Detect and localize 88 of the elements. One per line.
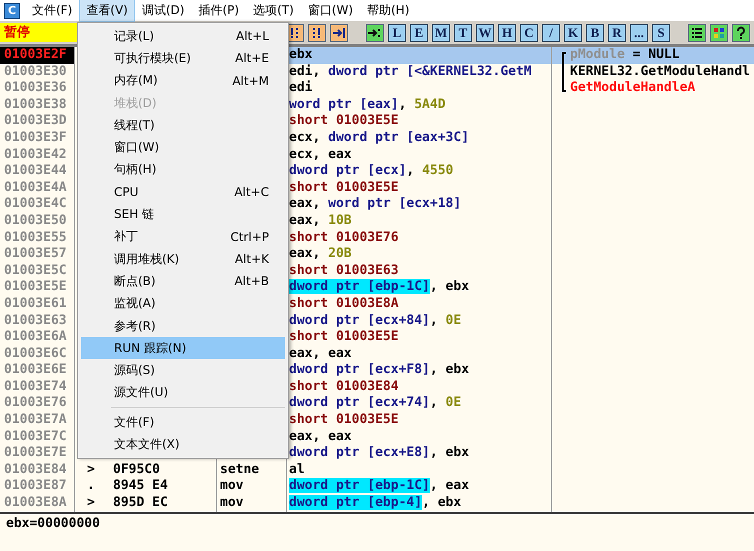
address-cell: 01003E57	[0, 246, 75, 263]
menu-item[interactable]: 补丁 Ctrl+P	[81, 226, 285, 248]
toolbar-button[interactable]: /	[542, 24, 560, 42]
jump-marker: >	[87, 495, 96, 512]
menu-item[interactable]: 插件(P)	[191, 0, 246, 22]
address-cell: 01003E7E	[0, 445, 75, 462]
grid-icon[interactable]	[710, 24, 728, 42]
menu-item[interactable]: 文件(F)	[81, 411, 285, 434]
address-cell: 01003E3D	[0, 113, 75, 130]
status-label: 暂停	[0, 23, 80, 42]
address-cell: 01003E7A	[0, 412, 75, 429]
toolbar-button[interactable]: T	[454, 24, 472, 42]
menu-item[interactable]: 窗口(W)	[81, 136, 285, 159]
menu-item[interactable]: 源文件(U)	[81, 382, 285, 404]
menu-item[interactable]: 句柄(H)	[81, 158, 285, 182]
menu-item[interactable]: 记录(L) Alt+L	[81, 25, 285, 48]
menu-item[interactable]: 文本文件(X)	[81, 433, 285, 456]
hex-cell: 8945 E4	[113, 478, 168, 496]
address-cell: 01003E30	[0, 64, 75, 80]
address-cell: 01003E84	[0, 462, 75, 478]
comment-text: GetModuleHandleA	[570, 80, 696, 97]
toolbar-button[interactable]: ...	[630, 24, 648, 42]
operand-cell: ebx	[287, 47, 552, 64]
menu-item[interactable]: 可执行模块(E) Alt+E	[81, 47, 285, 70]
address-cell: 01003E2F	[0, 47, 75, 64]
jump-marker: >	[87, 462, 96, 478]
address-cell: 01003E5E	[0, 279, 75, 296]
address-cell: 01003E44	[0, 163, 75, 180]
toolbar-button[interactable]: B	[586, 24, 604, 42]
operand-cell: dword ptr [ebp-1C], eax	[287, 478, 552, 496]
toolbar-button[interactable]: S	[652, 24, 670, 42]
toolbar-button[interactable]: R	[608, 24, 626, 42]
operand-cell: dword ptr [ebp-1C], ebx	[287, 279, 552, 296]
address-cell: 01003E76	[0, 395, 75, 412]
menu-item[interactable]: RUN 跟踪(N)	[81, 337, 285, 360]
jump-marker: .	[87, 478, 96, 496]
address-cell: 01003E61	[0, 296, 75, 312]
list-icon[interactable]	[688, 24, 706, 42]
address-cell: 01003E6C	[0, 346, 75, 362]
step-icon[interactable]	[308, 24, 326, 42]
address-cell: 01003E55	[0, 230, 75, 246]
menu-item[interactable]: 窗口(W)	[300, 0, 360, 22]
address-cell: 01003E63	[0, 312, 75, 330]
address-cell: 01003E4A	[0, 180, 75, 196]
toolbar-button[interactable]: L	[388, 24, 406, 42]
address-cell: 01003E6A	[0, 329, 75, 346]
menu-item[interactable]: 帮助(H)	[360, 0, 416, 22]
menu-item[interactable]: 源码(S)	[81, 359, 285, 382]
app-logo: C	[4, 2, 20, 18]
address-cell: 01003E50	[0, 212, 75, 230]
mnemonic-cell: mov	[220, 495, 244, 510]
mnemonic-cell: mov	[220, 478, 244, 494]
menu-item[interactable]: 断点(B) Alt+B	[81, 270, 285, 293]
info-text: ebx=00000000	[6, 516, 100, 531]
help-icon[interactable]	[732, 24, 750, 42]
hex-cell: 895D EC	[113, 495, 168, 512]
address-cell: 01003E74	[0, 378, 75, 396]
address-cell: 01003E5C	[0, 262, 75, 280]
menu-item[interactable]: 内存(M) Alt+M	[81, 70, 285, 92]
menu-item[interactable]: 查看(V)	[79, 0, 135, 22]
mnemonic-cell: setne	[220, 462, 260, 477]
menu-item[interactable]: 线程(T)	[81, 114, 285, 136]
menu-item[interactable]: 调试(D)	[134, 0, 192, 22]
menu-item[interactable]: SEH 链	[81, 203, 285, 226]
address-cell: 01003E6E	[0, 362, 75, 379]
address-cell: 01003E3F	[0, 130, 75, 147]
toolbar-button[interactable]: M	[432, 24, 450, 42]
operand-cell: dword ptr [ebp-4], ebx	[287, 495, 552, 512]
address-cell: 01003E38	[0, 96, 75, 114]
address-cell: 01003E42	[0, 146, 75, 164]
address-cell: 01003E87	[0, 478, 75, 496]
menu-item[interactable]: CPU Alt+C	[81, 181, 285, 204]
menu-item[interactable]: 参考(R)	[81, 314, 285, 338]
comment-text: KERNEL32.GetModuleHandl	[570, 64, 750, 80]
address-cell: 01003E4C	[0, 196, 75, 213]
menu-item[interactable]: 监视(A)	[81, 292, 285, 315]
toolbar-button[interactable]: W	[476, 24, 494, 42]
toolbar-button[interactable]: C	[520, 24, 538, 42]
toolbar-button[interactable]: K	[564, 24, 582, 42]
hex-cell: 0F95C0	[113, 462, 160, 478]
address-cell: 01003E7C	[0, 428, 75, 446]
toolbar-button[interactable]: E	[410, 24, 428, 42]
menu-item[interactable]: 调用堆栈(K) Alt+K	[81, 248, 285, 270]
menu-item[interactable]: 文件(F)	[25, 0, 80, 22]
comment-text: pModule = NULL	[570, 47, 680, 64]
address-cell: 01003E36	[0, 80, 75, 97]
toolbar-button[interactable]: H	[498, 24, 516, 42]
menu-item[interactable]: 选项(T)	[246, 0, 301, 22]
